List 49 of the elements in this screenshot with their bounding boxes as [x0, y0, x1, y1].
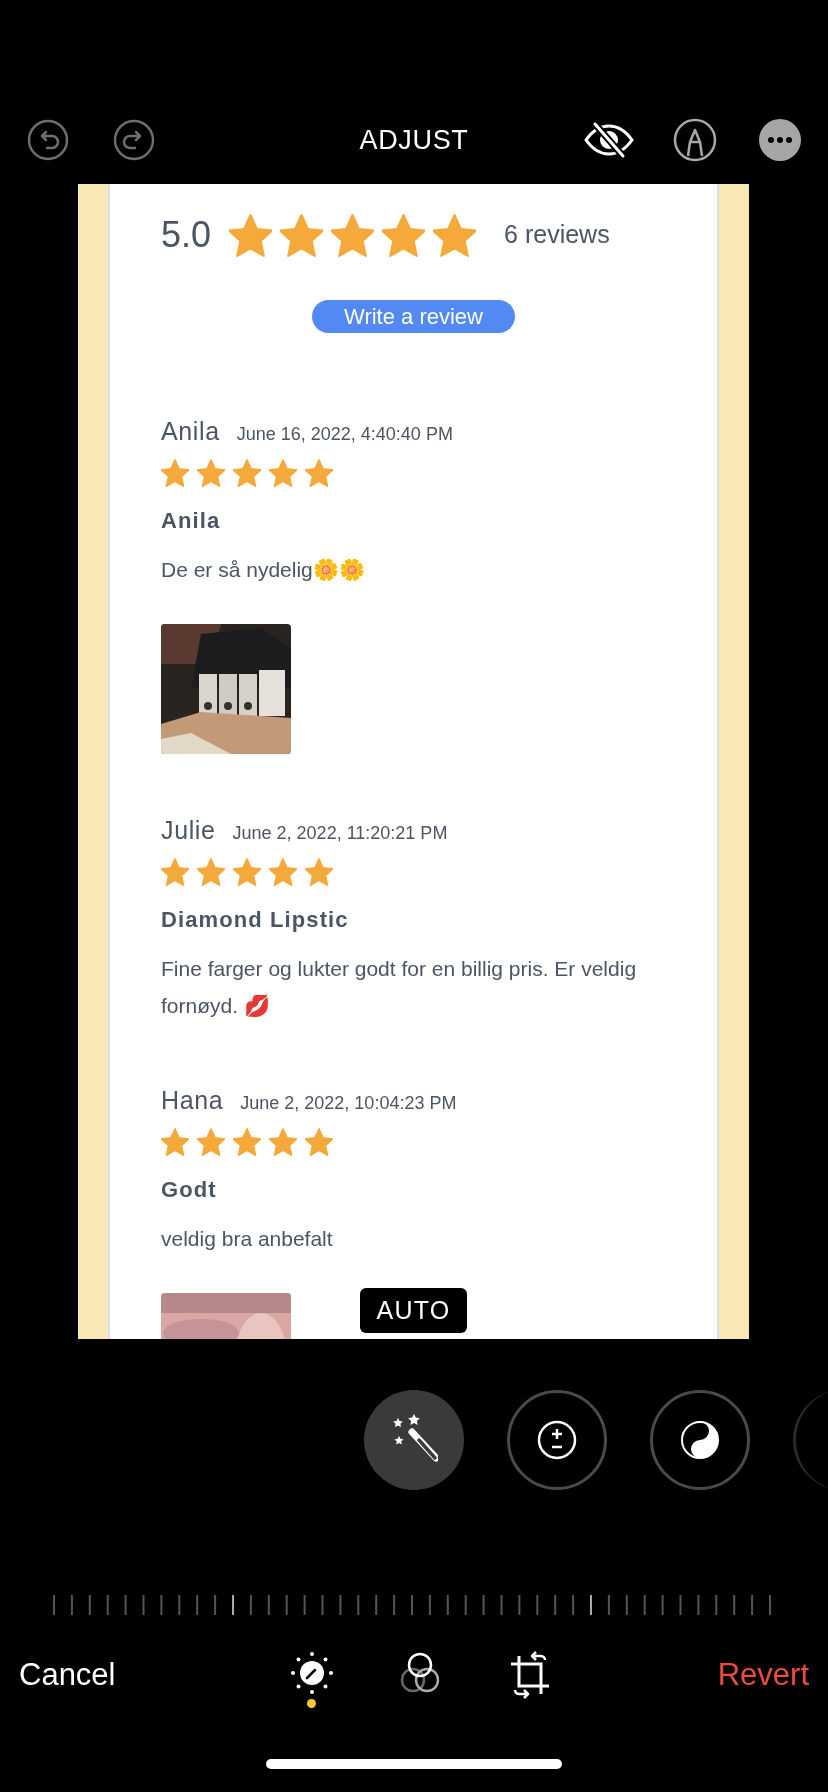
markup-icon[interactable]	[673, 118, 717, 162]
review-date: June 2, 2022, 11:20:21 PM	[232, 822, 448, 845]
reviewer-name: Anila	[161, 416, 220, 447]
star-icon	[229, 213, 273, 257]
star-icon	[305, 858, 333, 886]
cancel-button[interactable]: Cancel	[19, 1651, 116, 1699]
undo-icon[interactable]	[27, 119, 69, 161]
review-date: June 16, 2022, 4:40:40 PM	[236, 423, 453, 446]
write-review-button[interactable]: Write a review	[312, 300, 515, 333]
star-icon	[331, 213, 375, 257]
star-icon	[305, 459, 333, 487]
star-icon	[197, 459, 225, 487]
brilliance-button[interactable]	[650, 1390, 750, 1490]
star-icon	[305, 1128, 333, 1156]
reviewer-name: Julie	[161, 815, 216, 846]
star-icon	[382, 213, 426, 257]
review-text: Fine farger og lukter godt for en billig pris. Er veldig fornøyd. 💋	[161, 956, 638, 1019]
review-text: veldig bra anbefalt	[161, 1226, 334, 1252]
star-icon	[161, 459, 189, 487]
yin-yang-icon	[680, 1420, 720, 1460]
review-title: Godt	[161, 1176, 218, 1204]
review-date: June 2, 2022, 10:04:23 PM	[240, 1092, 457, 1115]
reviewer-name: Hana	[161, 1085, 224, 1116]
star-icon	[161, 1128, 189, 1156]
star-icon	[269, 858, 297, 886]
redo-icon[interactable]	[113, 119, 155, 161]
star-icon	[269, 1128, 297, 1156]
adjust-dial-icon	[288, 1650, 335, 1696]
exposure-button[interactable]	[507, 1390, 607, 1490]
average-rating: 5.0	[161, 213, 212, 257]
star-icon	[233, 1128, 261, 1156]
star-icon	[197, 1128, 225, 1156]
star-icon	[280, 213, 324, 257]
review-text: De er så nydelig🌼🌼	[161, 557, 366, 583]
screen-title: ADJUST	[359, 123, 469, 157]
star-icon	[197, 858, 225, 886]
exposure-icon	[537, 1420, 577, 1460]
hide-icon[interactable]	[583, 121, 635, 159]
auto-badge: AUTO	[360, 1288, 467, 1333]
review-count: 6 reviews	[504, 219, 610, 251]
review-title: Anila	[161, 507, 222, 535]
more-icon[interactable]	[759, 119, 801, 161]
review-title: Diamond Lipstic	[161, 906, 350, 934]
star-icon	[233, 459, 261, 487]
star-icon	[233, 858, 261, 886]
star-icon	[433, 213, 477, 257]
star-icon	[161, 858, 189, 886]
revert-button[interactable]: Revert	[717, 1651, 809, 1699]
star-icon	[269, 459, 297, 487]
